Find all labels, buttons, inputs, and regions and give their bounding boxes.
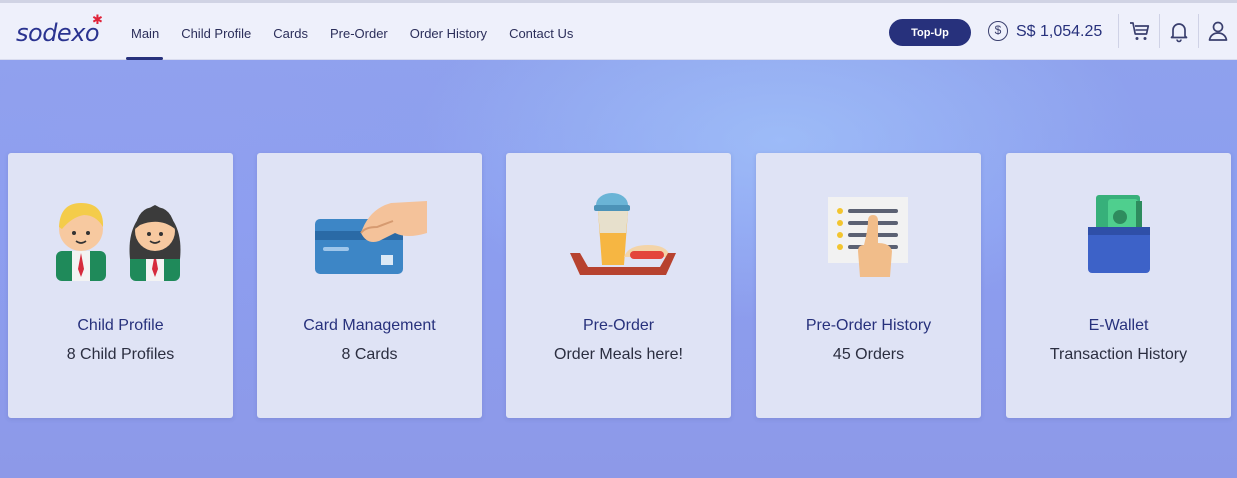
top-navigation-bar: sodexo ✱ Main Child Profile Cards Pre-Or… [0,0,1237,60]
pre-order-card[interactable]: Pre-Order Order Meals here! [506,153,731,418]
cart-icon[interactable] [1128,19,1152,43]
card-subtitle: 8 Cards [341,346,398,363]
card-hand-icon [315,201,427,274]
child-profile-card[interactable]: Child Profile 8 Child Profiles [8,153,233,418]
wallet-icon [1088,195,1150,273]
e-wallet-card[interactable]: E-Wallet Transaction History [1006,153,1231,418]
nav-main[interactable]: Main [125,0,164,60]
children-icon [56,203,181,281]
card-subtitle: 45 Orders [832,346,905,363]
main-nav: Main Child Profile Cards Pre-Order Order… [125,0,595,60]
divider [1198,14,1199,48]
nav-order-history[interactable]: Order History [410,0,487,60]
pre-order-history-card[interactable]: Pre-Order History 45 Orders [756,153,981,418]
card-subtitle: 8 Child Profiles [66,346,175,363]
card-subtitle: Order Meals here! [554,346,683,363]
sodexo-logo[interactable]: sodexo [16,19,100,47]
nav-cards[interactable]: Cards [273,0,308,60]
nav-pre-order[interactable]: Pre-Order [330,0,388,60]
card-title: Pre-Order [582,317,655,334]
divider [1118,14,1119,48]
user-icon[interactable] [1206,19,1230,43]
meal-tray-icon [570,193,676,275]
receipt-finger-icon [828,197,908,277]
wallet-balance: S$ 1,054.25 [1016,23,1103,40]
dollar-coin-icon: $ [988,21,1008,41]
card-title: Card Management [303,317,436,334]
nav-child-profile[interactable]: Child Profile [181,0,251,60]
top-up-button[interactable]: Top-Up [889,19,971,46]
card-title: Child Profile [77,317,164,334]
divider [1159,14,1160,48]
card-title: E-Wallet [1088,317,1149,334]
nav-contact-us[interactable]: Contact Us [509,0,573,60]
card-management-card[interactable]: Card Management 8 Cards [257,153,482,418]
card-title: Pre-Order History [805,317,932,334]
bell-icon[interactable] [1167,19,1191,43]
card-subtitle: Transaction History [1049,346,1188,363]
logo-star-icon: ✱ [92,12,103,27]
